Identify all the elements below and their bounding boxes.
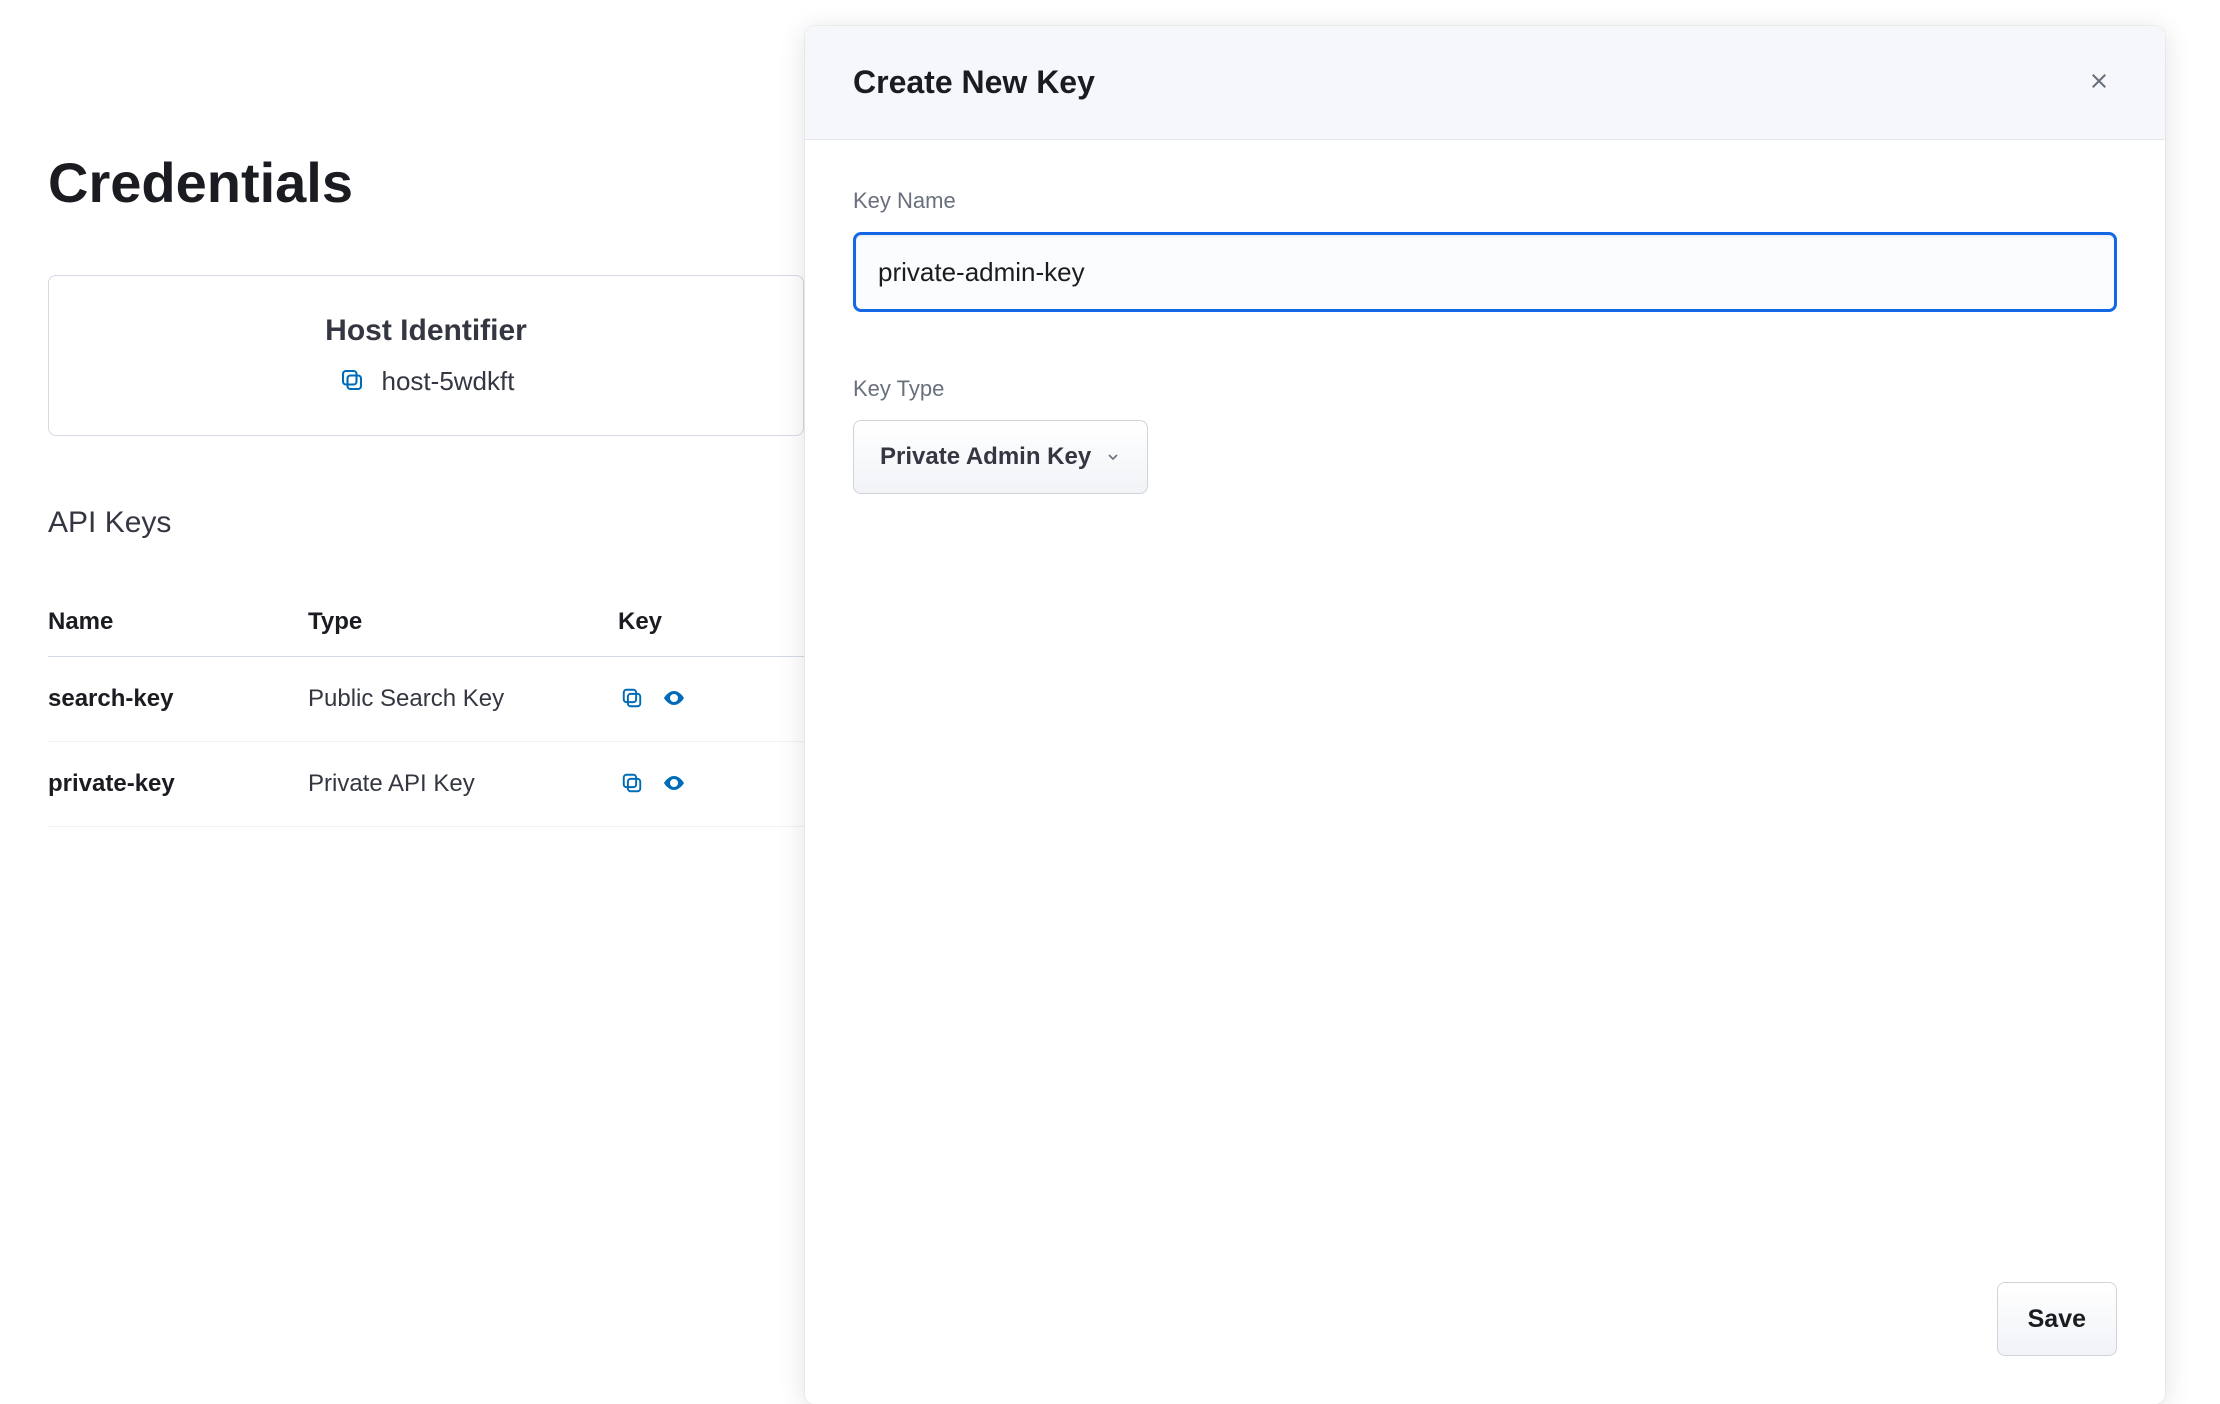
key-name: private-key bbox=[48, 742, 308, 827]
eye-icon bbox=[662, 771, 686, 798]
create-key-flyout: Create New Key Key Name Key Type Private… bbox=[805, 26, 2165, 1404]
key-type-select[interactable]: Private Admin Key bbox=[853, 420, 1148, 494]
key-actions bbox=[618, 685, 804, 713]
copy-icon bbox=[340, 368, 364, 395]
key-name-group: Key Name bbox=[853, 188, 2117, 312]
host-identifier-row: host-5wdkft bbox=[89, 366, 763, 397]
reveal-key-button[interactable] bbox=[660, 770, 688, 798]
table-row: private-key Private API Key bbox=[48, 742, 804, 827]
column-header-key: Key bbox=[618, 590, 804, 657]
api-keys-table: Name Type Key search-key Public Search K… bbox=[48, 590, 804, 827]
host-identifier-title: Host Identifier bbox=[89, 314, 763, 348]
key-type-selected: Private Admin Key bbox=[880, 443, 1091, 471]
flyout-body: Key Name Key Type Private Admin Key bbox=[805, 140, 2165, 1282]
key-name: search-key bbox=[48, 657, 308, 742]
close-icon bbox=[2089, 71, 2109, 94]
key-type: Public Search Key bbox=[308, 657, 618, 742]
key-type: Private API Key bbox=[308, 742, 618, 827]
eye-icon bbox=[662, 686, 686, 713]
host-identifier-value: host-5wdkft bbox=[382, 366, 515, 397]
key-actions bbox=[618, 770, 804, 798]
key-type-group: Key Type Private Admin Key bbox=[853, 376, 2117, 494]
copy-icon bbox=[621, 772, 643, 797]
host-identifier-card: Host Identifier host-5wdkft bbox=[48, 275, 804, 436]
copy-host-button[interactable] bbox=[338, 368, 366, 396]
save-button[interactable]: Save bbox=[1997, 1282, 2117, 1356]
flyout-title: Create New Key bbox=[853, 64, 1095, 101]
flyout-footer: Save bbox=[805, 1282, 2165, 1404]
flyout-header: Create New Key bbox=[805, 26, 2165, 140]
copy-key-button[interactable] bbox=[618, 770, 646, 798]
key-type-label: Key Type bbox=[853, 376, 2117, 402]
key-name-input[interactable] bbox=[853, 232, 2117, 312]
copy-icon bbox=[621, 687, 643, 712]
column-header-type: Type bbox=[308, 590, 618, 657]
table-row: search-key Public Search Key bbox=[48, 657, 804, 742]
chevron-down-icon bbox=[1105, 449, 1121, 465]
key-name-label: Key Name bbox=[853, 188, 2117, 214]
reveal-key-button[interactable] bbox=[660, 685, 688, 713]
copy-key-button[interactable] bbox=[618, 685, 646, 713]
column-header-name: Name bbox=[48, 590, 308, 657]
close-button[interactable] bbox=[2081, 65, 2117, 101]
